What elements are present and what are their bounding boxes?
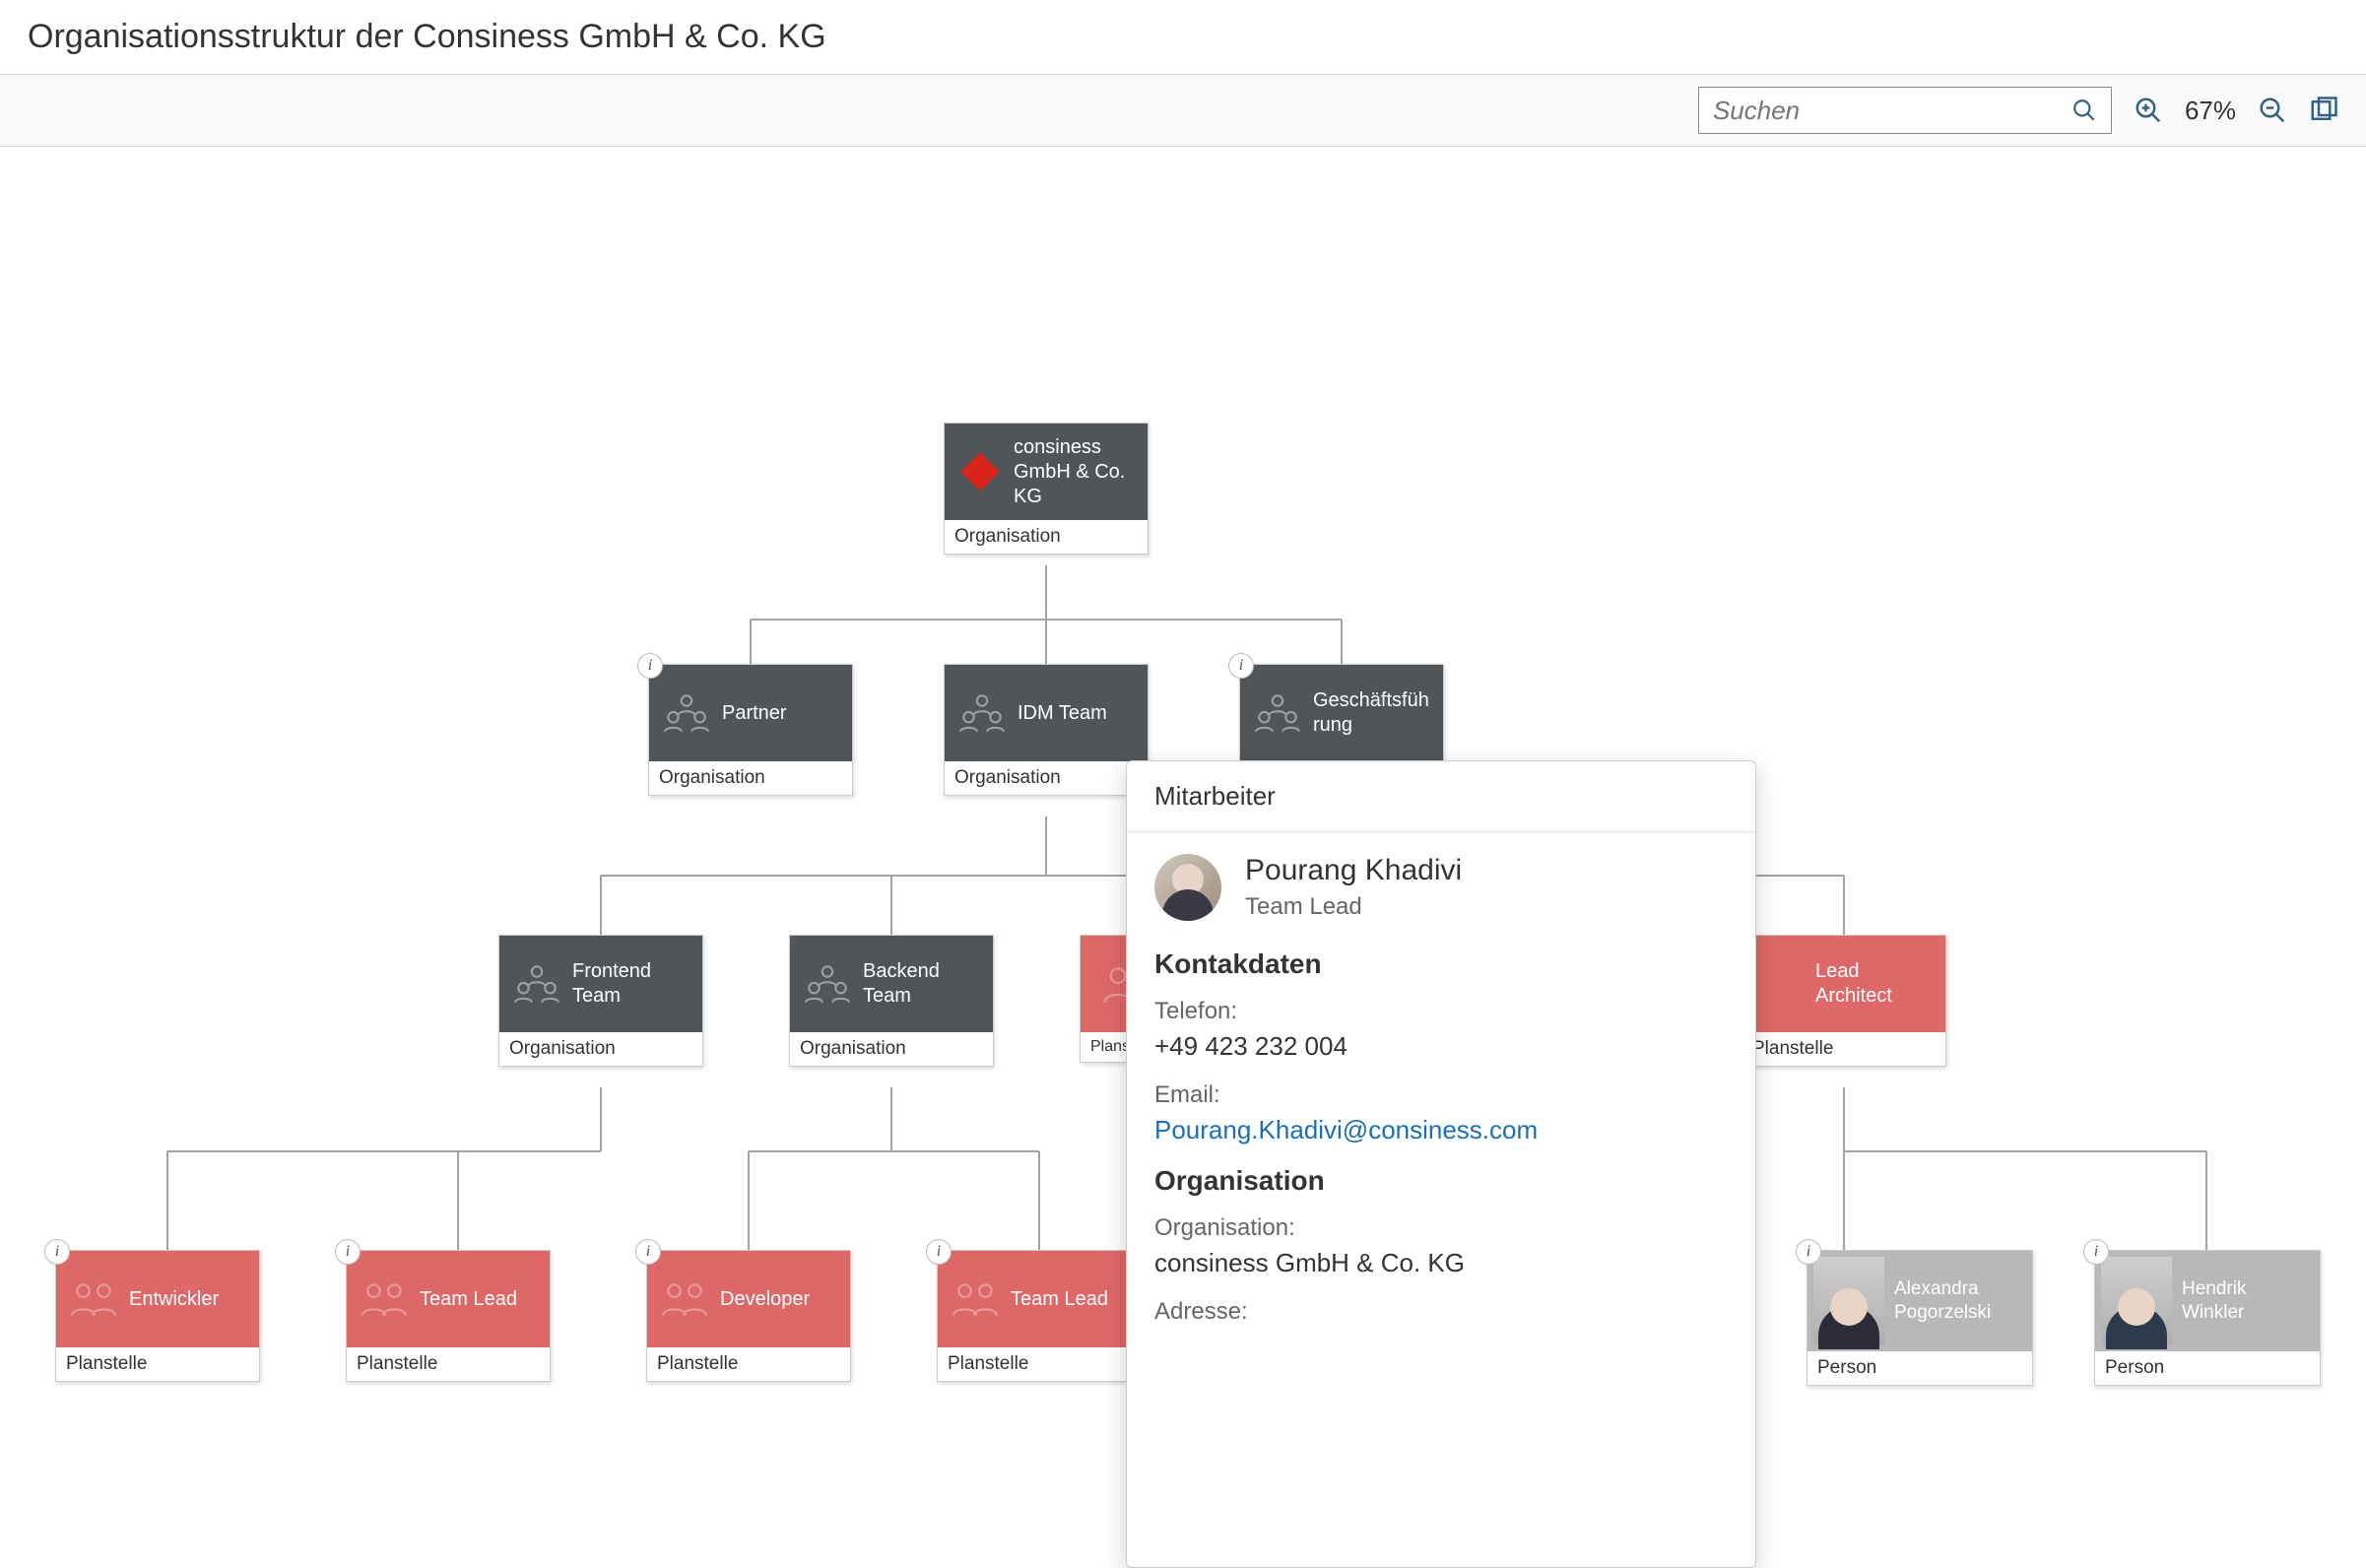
node-title: Lead Architect — [1815, 959, 1934, 1009]
employee-popup: Mitarbeiter Pourang Khadivi Team Lead Ko… — [1126, 760, 1756, 1568]
people-icon — [659, 1277, 710, 1321]
fit-icon[interactable] — [2309, 96, 2338, 125]
node-title: Entwickler — [129, 1287, 247, 1312]
addr-label: Adresse: — [1154, 1298, 1728, 1326]
email-label: Email: — [1154, 1081, 1728, 1109]
node-teamlead-2[interactable]: i Team Lead Planstelle — [937, 1250, 1142, 1382]
node-type: Organisation — [945, 761, 1148, 795]
node-title: Team Lead — [1011, 1287, 1129, 1312]
node-title: Backend Team — [863, 959, 981, 1009]
phone-value: +49 423 232 004 — [1154, 1031, 1728, 1062]
avatar — [1813, 1257, 1884, 1345]
node-type: Organisation — [649, 761, 852, 795]
node-title: Geschäftsführung — [1313, 688, 1431, 738]
info-icon[interactable]: i — [1228, 653, 1254, 679]
search-input[interactable] — [1713, 96, 2071, 126]
node-title: Partner — [722, 701, 840, 726]
org-heading: Organisation — [1154, 1165, 1728, 1197]
node-type: Organisation — [790, 1032, 993, 1066]
toolbar: 67% — [0, 75, 2366, 147]
zoom-out-icon[interactable] — [2258, 96, 2287, 125]
node-title: Developer — [720, 1287, 838, 1312]
node-type: Planstelle — [647, 1347, 850, 1381]
node-lead-architect[interactable]: Lead Architect Planstelle — [1742, 935, 1946, 1067]
node-type: Organisation — [945, 520, 1148, 554]
popup-avatar — [1154, 854, 1221, 921]
node-idm[interactable]: IDM Team Organisation — [944, 664, 1149, 796]
node-title: Hendrik Winkler — [2182, 1277, 2314, 1325]
node-title: Alexandra Pogorzelski — [1894, 1277, 2026, 1325]
node-backend[interactable]: Backend Team Organisation — [789, 935, 994, 1067]
email-link[interactable]: Pourang.Khadivi@consiness.com — [1154, 1115, 1728, 1145]
node-partner[interactable]: i Partner Organisation — [648, 664, 853, 796]
node-alexandra[interactable]: i Alexandra Pogorzelski Person — [1807, 1250, 2033, 1386]
org-icon — [956, 691, 1008, 735]
node-title: Frontend Team — [572, 959, 690, 1009]
node-type: Planstelle — [1742, 1032, 1945, 1066]
page-title: Organisationsstruktur der Consiness GmbH… — [28, 18, 2338, 56]
info-icon[interactable]: i — [635, 1239, 661, 1265]
node-type: Person — [1807, 1351, 2032, 1385]
search-box[interactable] — [1698, 87, 2112, 134]
popup-role: Team Lead — [1245, 893, 1462, 921]
popup-header: Mitarbeiter — [1127, 761, 1755, 832]
info-icon[interactable]: i — [335, 1239, 361, 1265]
node-title: Team Lead — [420, 1287, 538, 1312]
phone-label: Telefon: — [1154, 998, 1728, 1025]
info-icon[interactable]: i — [926, 1239, 952, 1265]
org-label: Organisation: — [1154, 1214, 1728, 1242]
people-icon — [950, 1277, 1001, 1321]
node-developer[interactable]: i Developer Planstelle — [646, 1250, 851, 1382]
info-icon[interactable]: i — [637, 653, 663, 679]
node-hendrik[interactable]: i Hendrik Winkler Person — [2094, 1250, 2321, 1386]
org-chart-canvas[interactable]: consiness GmbH & Co. KG Organisation i P… — [0, 147, 2366, 1437]
node-entwickler[interactable]: i Entwickler Planstelle — [55, 1250, 260, 1382]
node-teamlead-1[interactable]: i Team Lead Planstelle — [346, 1250, 551, 1382]
node-title: IDM Team — [1018, 701, 1136, 726]
avatar — [2101, 1257, 2172, 1345]
node-type: Organisation — [499, 1032, 702, 1066]
zoom-in-icon[interactable] — [2134, 96, 2163, 125]
org-icon — [511, 962, 562, 1006]
diamond-icon — [960, 452, 1000, 491]
zoom-level: 67% — [2185, 96, 2236, 126]
people-icon — [359, 1277, 410, 1321]
contact-heading: Kontakdaten — [1154, 948, 1728, 980]
search-icon — [2071, 98, 2097, 123]
node-type: Planstelle — [938, 1347, 1141, 1381]
info-icon[interactable]: i — [44, 1239, 70, 1265]
people-icon — [68, 1277, 119, 1321]
page-header: Organisationsstruktur der Consiness GmbH… — [0, 0, 2366, 75]
node-type: Planstelle — [347, 1347, 550, 1381]
org-value: consiness GmbH & Co. KG — [1154, 1248, 1728, 1278]
org-icon — [661, 691, 712, 735]
node-root[interactable]: consiness GmbH & Co. KG Organisation — [944, 423, 1149, 555]
org-icon — [1252, 691, 1303, 735]
node-type: Person — [2095, 1351, 2320, 1385]
info-icon[interactable]: i — [2083, 1239, 2109, 1265]
org-icon — [802, 962, 853, 1006]
popup-name: Pourang Khadivi — [1245, 854, 1462, 887]
node-frontend[interactable]: Frontend Team Organisation — [498, 935, 703, 1067]
node-title: consiness GmbH & Co. KG — [1014, 435, 1136, 509]
node-type: Planstelle — [56, 1347, 259, 1381]
info-icon[interactable]: i — [1796, 1239, 1821, 1265]
